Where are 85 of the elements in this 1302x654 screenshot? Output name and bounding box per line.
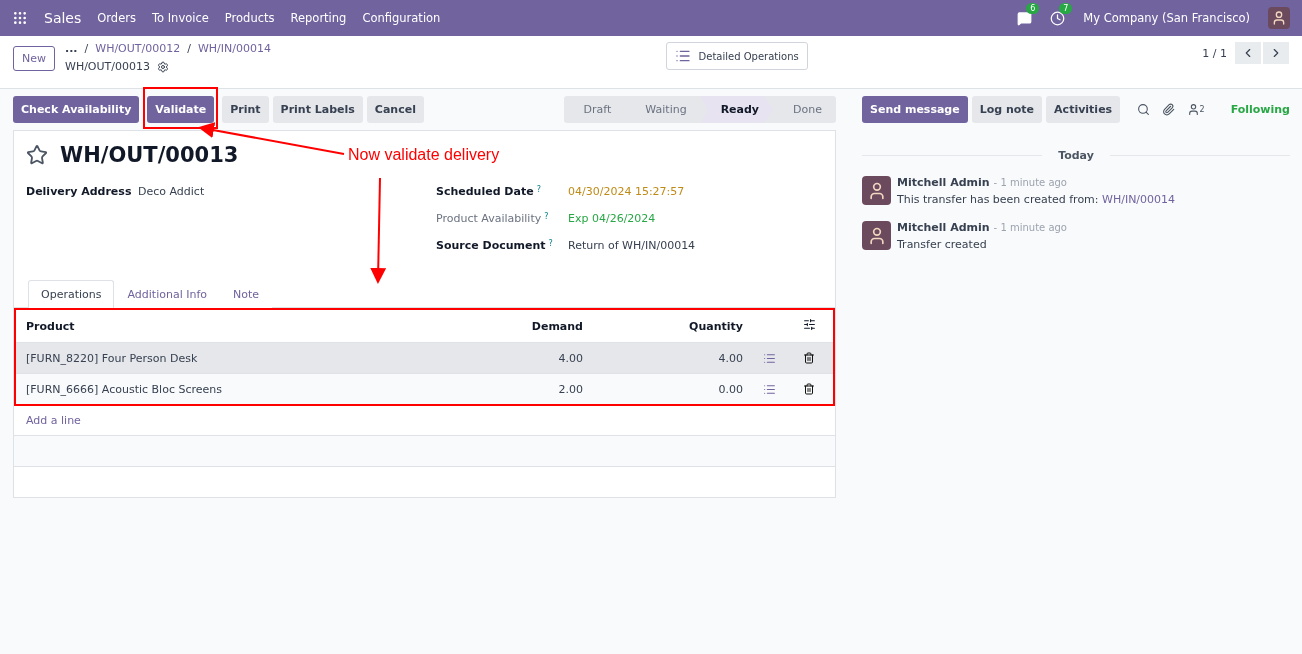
action-button[interactable]: Print Labels (272, 96, 363, 123)
field-value[interactable]: Return of WH/IN/00014 (568, 239, 696, 252)
date-separator: Today (1058, 149, 1094, 162)
record-title: WH/OUT/00013 (60, 143, 239, 167)
search-icon[interactable] (1136, 103, 1150, 116)
chatter-button[interactable]: Send message (862, 96, 968, 123)
message-text: Transfer created (897, 238, 988, 251)
breadcrumb-link[interactable]: WH/IN/00014 (197, 42, 271, 55)
menu-item[interactable]: Reporting (290, 11, 347, 25)
field-value[interactable]: Deco Addict (138, 185, 205, 198)
field-value[interactable]: Exp 04/26/2024 (568, 212, 656, 225)
chatter-button[interactable]: Log note (971, 96, 1043, 123)
count-badge: 7 (1059, 2, 1073, 14)
action-button[interactable]: Validate (147, 96, 215, 123)
message-text: This transfer has been created from: WH/IN/00014 (897, 193, 1176, 206)
table-row[interactable]: [FURN_8220] Four Person Desk 4.00 4.00 (16, 342, 833, 373)
chatter-button[interactable]: Activities (1046, 96, 1121, 123)
list-icon (674, 48, 691, 64)
new-button[interactable]: New (13, 46, 55, 71)
apps-grid-icon[interactable] (12, 10, 28, 26)
message-time: - 1 minute ago (993, 177, 1067, 188)
message-author[interactable]: Mitchell Admin (897, 176, 990, 189)
pager-counter: 1 / 1 (1202, 46, 1227, 60)
field-label: Delivery Address (26, 185, 132, 198)
record-link[interactable]: WH/IN/00014 (1102, 193, 1176, 206)
detailed-operations-button[interactable]: Detailed Operations (665, 42, 808, 70)
menu-item[interactable]: Configuration (362, 11, 441, 25)
clock-icon[interactable] (1050, 10, 1066, 26)
person-icon[interactable] (1186, 103, 1200, 116)
message-author[interactable]: Mitchell Admin (897, 221, 990, 234)
chat-icon[interactable] (1017, 10, 1033, 26)
count-badge: 6 (1026, 2, 1040, 14)
company-switcher[interactable]: My Company (San Francisco) (1083, 11, 1250, 25)
record-name: WH/OUT/00013 (65, 60, 150, 73)
following-button[interactable]: Following (1230, 103, 1290, 116)
table-cell-text: [FURN_8220] Four Person Desk (25, 351, 199, 365)
follower-count: 2 (1199, 105, 1205, 114)
menu-item[interactable]: Products (224, 11, 275, 25)
delete-icon[interactable] (803, 352, 815, 364)
breadcrumb-link[interactable]: WH/OUT/00012 (95, 42, 181, 55)
table-cell-text: 2.00 (557, 382, 584, 396)
paperclip-icon[interactable] (1161, 103, 1175, 116)
status-stage[interactable]: Done (773, 96, 836, 123)
author-avatar (862, 176, 891, 205)
message-time: - 1 minute ago (993, 222, 1067, 233)
annotation-text: Now validate delivery (348, 146, 500, 164)
breadcrumb-more[interactable]: ... (65, 42, 78, 55)
column-header[interactable]: Product (16, 310, 443, 342)
table-cell-text: 4.00 (557, 351, 584, 365)
status-stage[interactable]: Waiting (625, 96, 701, 123)
app-name[interactable]: Sales (44, 10, 82, 26)
column-header[interactable]: Demand (443, 310, 593, 342)
action-button[interactable]: Cancel (366, 96, 424, 123)
delete-icon[interactable] (803, 383, 815, 395)
action-button[interactable]: Print (222, 96, 269, 123)
form-tab[interactable]: Operations (28, 280, 115, 308)
field-label: Scheduled Date (436, 185, 534, 198)
table-cell-text: 4.00 (717, 351, 744, 365)
menu-item[interactable]: To Invoice (151, 11, 209, 25)
field-label: Source Document (436, 239, 546, 252)
table-cell-text: 0.00 (717, 382, 744, 396)
table-row[interactable]: [FURN_6666] Acoustic Bloc Screens 2.00 0.00 (16, 373, 833, 404)
column-settings-icon[interactable] (803, 318, 816, 331)
list-icon[interactable] (763, 382, 776, 396)
next-button[interactable] (1263, 42, 1289, 64)
field-label: Product Availability (436, 212, 542, 225)
breadcrumb-separator: / (187, 42, 191, 55)
help-mark[interactable]: ? (544, 212, 549, 225)
help-mark[interactable]: ? (536, 185, 541, 198)
table-cell-text: [FURN_6666] Acoustic Bloc Screens (25, 382, 223, 396)
author-avatar (862, 221, 891, 250)
breadcrumb-separator: / (84, 42, 89, 55)
status-stage[interactable]: Draft (563, 96, 626, 123)
menu-item[interactable]: Orders (97, 11, 136, 25)
user-avatar[interactable] (1268, 7, 1290, 29)
previous-button[interactable] (1235, 42, 1261, 64)
action-button[interactable]: Check Availability (13, 96, 140, 123)
status-stage[interactable]: Ready (700, 96, 774, 123)
star-icon[interactable] (26, 144, 48, 166)
list-icon[interactable] (763, 351, 776, 365)
help-mark[interactable]: ? (548, 239, 553, 252)
settings-icon[interactable] (157, 60, 169, 73)
add-line-link[interactable]: Add a line (14, 406, 835, 435)
field-value[interactable]: 04/30/2024 15:27:57 (568, 185, 685, 198)
column-header[interactable]: Quantity (593, 310, 753, 342)
